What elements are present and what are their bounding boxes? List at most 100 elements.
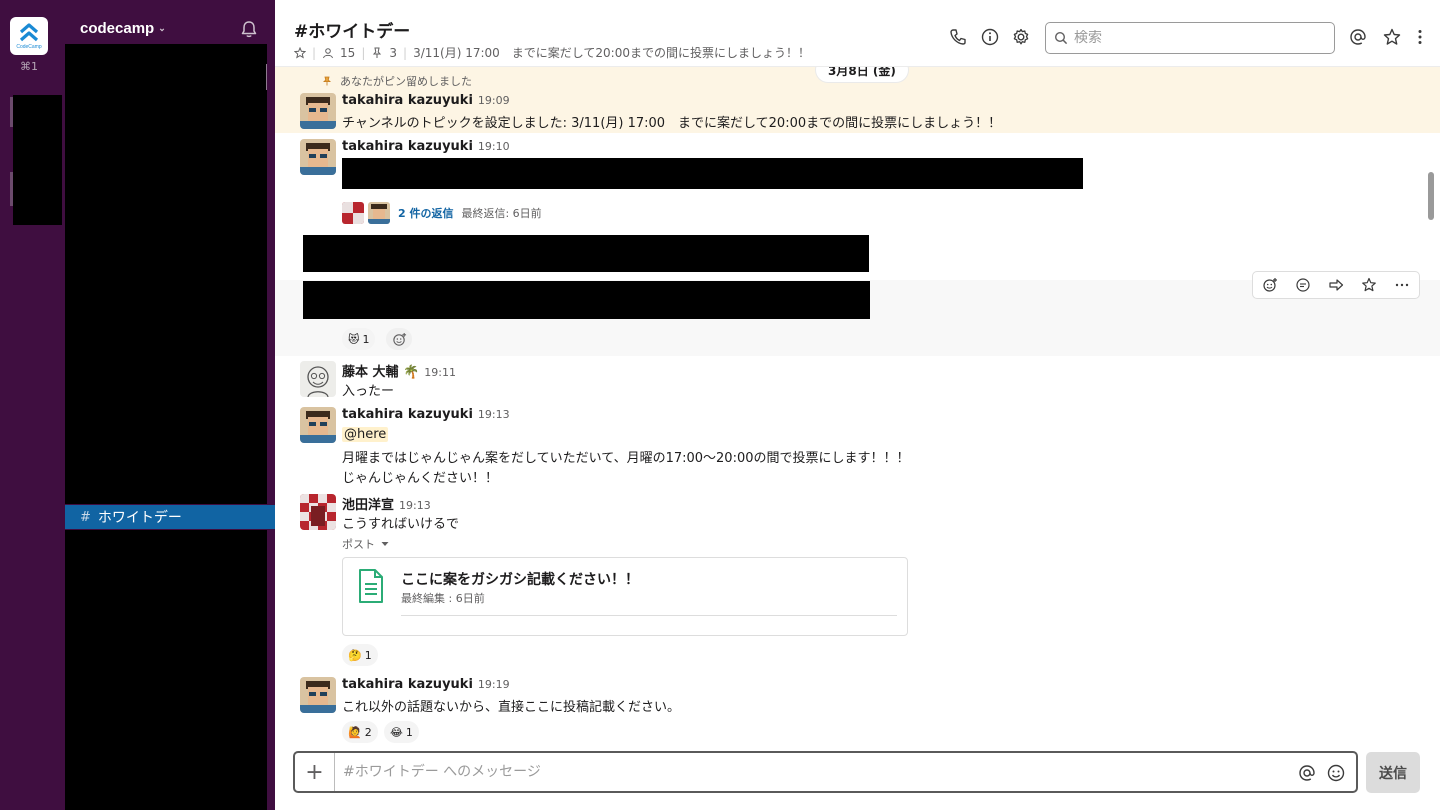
thread-summary[interactable]: 2 件の返信 最終返信: 6日前 — [342, 202, 542, 224]
message-time[interactable]: 19:13 — [478, 408, 510, 421]
workspace-name: codecamp — [80, 20, 155, 37]
pushpin-icon — [322, 76, 332, 86]
avatar-image — [300, 494, 336, 530]
channel-header: #ホワイトデー | 15 | 3 | 3/11(月) 17:00 までに案だして… — [275, 0, 1440, 67]
avatar-image — [300, 139, 336, 175]
pin-icon — [373, 47, 382, 58]
reaction-badge[interactable]: 🙋 2 — [342, 721, 378, 743]
channel-title[interactable]: #ホワイトデー — [294, 17, 410, 42]
pin-note: あなたがピン留めしました — [322, 73, 472, 89]
reaction-count: 1 — [405, 725, 413, 739]
star-icon[interactable] — [1382, 27, 1402, 47]
info-icon[interactable] — [980, 27, 1000, 47]
message-list[interactable]: あなたがピン留めしました takahira kazuyuki 19:09 チャンネ… — [275, 67, 1440, 745]
post-toggle[interactable]: ポスト — [342, 536, 389, 552]
search-input[interactable] — [1074, 30, 1314, 46]
thread-replies-link[interactable]: 2 件の返信 — [398, 205, 453, 221]
reaction-count: 1 — [362, 332, 370, 346]
message-author[interactable]: 池田洋宣 19:13 — [342, 494, 431, 513]
message-time[interactable]: 19:09 — [478, 94, 510, 107]
message-author[interactable]: takahira kazuyuki 19:09 — [342, 93, 510, 108]
workspace-shortcut: ⌘1 — [20, 60, 38, 73]
search-icon — [1054, 31, 1068, 45]
attach-plus-button[interactable]: + — [295, 753, 335, 791]
at-sign-icon[interactable] — [1297, 763, 1317, 783]
more-horizontal-icon[interactable] — [1394, 277, 1410, 293]
redacted-channel-list — [65, 44, 267, 504]
message-input[interactable] — [343, 762, 1283, 782]
workspace-menu[interactable]: codecamp ⌄ — [80, 20, 166, 37]
message-mention-line: @here — [342, 427, 389, 442]
post-title[interactable]: ここに案をガシガシ記載ください！！ — [401, 569, 639, 589]
message-author[interactable]: takahira kazuyuki 19:13 — [342, 407, 510, 422]
phone-icon[interactable] — [948, 27, 968, 47]
avatar[interactable] — [300, 93, 336, 129]
raising-hand-icon: 🙋 — [348, 725, 362, 739]
more-vertical-icon[interactable] — [1410, 27, 1430, 47]
avatar[interactable] — [300, 361, 336, 397]
redacted-workspaces — [13, 95, 62, 225]
message-scrollbar[interactable] — [1428, 172, 1434, 220]
avatar-image — [300, 93, 336, 129]
post-attachment[interactable]: ここに案をガシガシ記載ください！！ 最終編集 : 6日前 — [342, 557, 908, 636]
at-sign-icon[interactable] — [1348, 27, 1368, 47]
search-box[interactable] — [1045, 22, 1335, 54]
message-text: 入ったー — [342, 384, 395, 399]
redacted-message — [303, 281, 870, 319]
message-author[interactable]: takahira kazuyuki 19:19 — [342, 677, 510, 692]
workspace-rail: CodeCamp ⌘1 — [0, 0, 65, 810]
tears-of-joy-icon: 😂 — [390, 725, 403, 739]
message-time[interactable]: 19:11 — [424, 366, 456, 379]
document-icon — [359, 569, 383, 603]
post-edited: 最終編集 : 6日前 — [401, 592, 485, 605]
pin-note-text: あなたがピン留めしました — [340, 75, 472, 88]
channel-topic[interactable]: 3/11(月) 17:00 までに案だして20:00までの間に投票にしましょう！… — [413, 44, 810, 61]
workspace-logo[interactable]: CodeCamp — [10, 17, 48, 55]
message-time[interactable]: 19:13 — [399, 499, 431, 512]
codecamp-logo-icon — [19, 22, 39, 41]
message-time[interactable]: 19:19 — [478, 678, 510, 691]
message-text: これ以外の話題ないから、直接ここに投稿記載ください。 — [342, 700, 681, 715]
send-button[interactable]: 送信 — [1366, 752, 1420, 793]
chevron-down-icon: ⌄ — [158, 23, 166, 33]
member-icon — [323, 47, 334, 58]
here-mention[interactable]: @here — [342, 427, 389, 442]
gear-icon[interactable] — [1011, 27, 1031, 47]
reaction-badge[interactable]: 😂 1 — [384, 721, 419, 743]
message-composer: + — [293, 751, 1358, 793]
reaction-badge[interactable]: 🤔 1 — [342, 644, 378, 666]
reaction-badge[interactable]: 😻 1 — [342, 328, 376, 350]
sidebar-scrollbar[interactable] — [266, 64, 267, 90]
avatar[interactable] — [300, 407, 336, 443]
message-author[interactable]: takahira kazuyuki 19:10 — [342, 139, 510, 154]
star-icon[interactable] — [1361, 277, 1377, 293]
workspace-logo-text: CodeCamp — [16, 43, 42, 50]
star-icon[interactable] — [294, 46, 306, 59]
bell-icon[interactable] — [239, 19, 259, 39]
caret-down-icon — [381, 542, 389, 546]
message-text: じゃんじゃんください！！ — [342, 471, 499, 486]
add-emoji-icon — [392, 332, 406, 346]
hash-icon: # — [80, 509, 91, 525]
thinking-face-icon: 🤔 — [348, 648, 362, 662]
avatar[interactable] — [300, 677, 336, 713]
add-reaction-button[interactable] — [386, 328, 412, 350]
avatar-image — [300, 677, 336, 713]
sidebar-item-whiteday[interactable]: # ホワイトデー — [65, 505, 275, 529]
redacted-message-text — [342, 158, 1083, 189]
add-reaction-icon[interactable] — [1262, 277, 1278, 293]
member-count[interactable]: 15 — [340, 46, 355, 60]
thread-avatar — [342, 202, 364, 224]
avatar[interactable] — [300, 139, 336, 175]
channel-sidebar: codecamp ⌄ # ホワイトデー — [65, 0, 275, 810]
redacted-channel-list — [65, 530, 267, 810]
message-time[interactable]: 19:10 — [478, 140, 510, 153]
date-divider[interactable]: 3月8日 (金) — [816, 67, 908, 82]
emoji-icon[interactable] — [1326, 763, 1346, 783]
message-author[interactable]: 藤本 大輔 🌴 19:11 — [342, 361, 456, 380]
heart-eyes-cat-icon: 😻 — [348, 332, 360, 346]
pin-count[interactable]: 3 — [389, 46, 397, 60]
share-message-icon[interactable] — [1328, 277, 1344, 293]
avatar[interactable] — [300, 494, 336, 530]
reply-thread-icon[interactable] — [1295, 277, 1311, 293]
